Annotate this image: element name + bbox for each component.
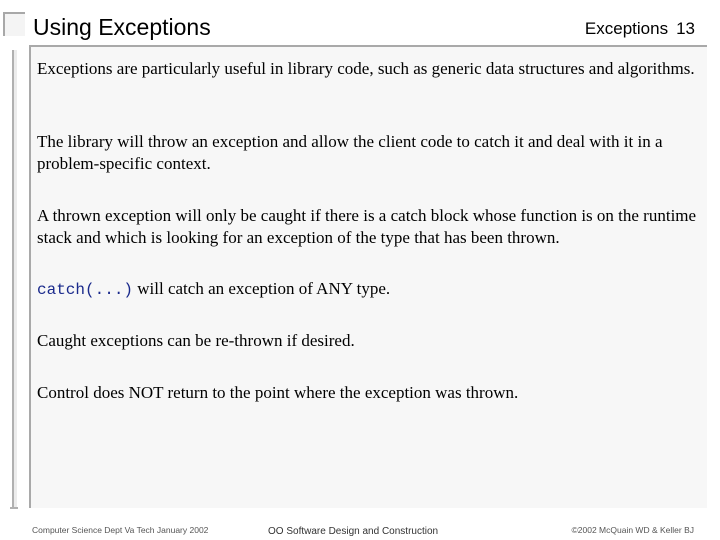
footer-center: OO Software Design and Construction (268, 526, 439, 537)
corner-decoration (3, 12, 25, 36)
slide-title: Using Exceptions (33, 14, 211, 40)
paragraph-catch-all-text: will catch an exception of ANY type. (133, 279, 391, 298)
side-rail-shade (14, 50, 17, 508)
footer-right: ©2002 McQuain WD & Keller BJ (571, 525, 694, 535)
section-label: Exceptions (584, 19, 669, 38)
slide-header-label: Exceptions 13 (585, 19, 695, 39)
paragraph-library-usefulness: Exceptions are particularly useful in li… (37, 59, 695, 78)
paragraph-catch-conditions: A thrown exception will only be caught i… (37, 206, 697, 247)
side-rail-foot (10, 507, 18, 509)
side-rail (12, 50, 14, 508)
paragraph-catch-all: catch(...) will catch an exception of AN… (37, 278, 702, 301)
paragraph-rethrow: Caught exceptions can be re-thrown if de… (37, 331, 355, 350)
code-catch-all: catch(...) (37, 281, 134, 299)
page-number: 13 (676, 19, 695, 38)
footer-left: Computer Science Dept Va Tech January 20… (32, 525, 209, 535)
content-panel (29, 45, 707, 508)
paragraph-control-flow: Control does NOT return to the point whe… (37, 383, 519, 402)
paragraph-throw-and-catch: The library will throw an exception and … (37, 132, 663, 173)
